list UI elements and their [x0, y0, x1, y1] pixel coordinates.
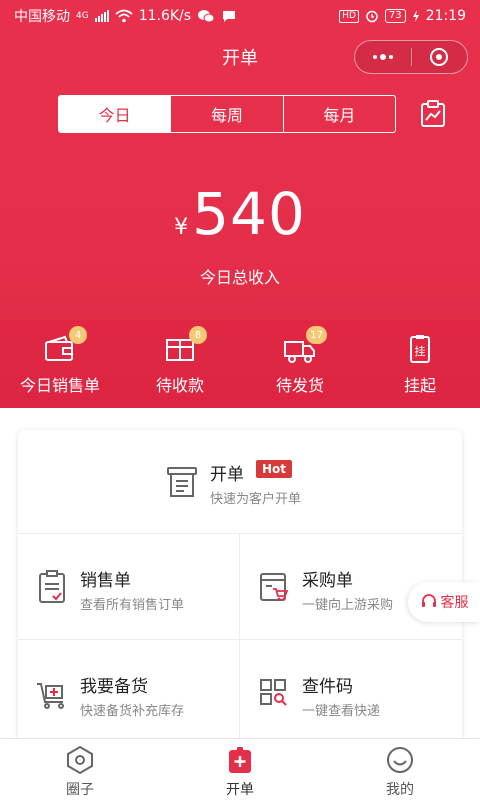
more-button[interactable]: [355, 41, 411, 73]
tab-label: 开单: [226, 782, 254, 798]
quick-label: 待收款: [155, 376, 204, 395]
smile-icon: [387, 747, 413, 773]
sales-order-icon: [39, 570, 65, 603]
cell-subtitle: 查看所有销售订单: [80, 598, 185, 613]
amount-value: 540: [192, 180, 306, 248]
quick-today-sales[interactable]: 4 今日销售单: [0, 320, 120, 408]
tab-label: 我的: [386, 782, 414, 798]
sales-order-entry[interactable]: 销售单 查看所有销售订单: [18, 534, 240, 640]
stock-cart-icon: [37, 683, 64, 709]
badge-pending-payment: 8: [189, 326, 207, 344]
tab-weekly[interactable]: 每周: [170, 96, 282, 132]
quick-label: 待发货: [275, 376, 324, 395]
close-miniprogram-button[interactable]: [412, 41, 468, 73]
speed-label: 11.6K/s: [138, 8, 192, 24]
cell-title: 我要备货: [80, 677, 148, 697]
charging-icon: [412, 10, 419, 22]
miniprogram-capsule: [354, 40, 468, 74]
cell-title: 销售单: [80, 571, 131, 591]
qr-search-icon: [260, 679, 287, 706]
period-tabs: 今日 每周 每月: [58, 95, 396, 133]
open-order-entry[interactable]: 开单 Hot 快速为客户开单: [18, 430, 462, 534]
customer-service-label: 客服: [440, 595, 469, 611]
svg-text:挂: 挂: [415, 344, 426, 358]
wifi-icon: [115, 9, 133, 23]
function-card: 开单 Hot 快速为客户开单 销售单 查看所有销售订单 采购单 一键向上游采购: [18, 430, 462, 750]
purchase-order-icon: [260, 573, 289, 601]
stock-up-entry[interactable]: 我要备货 快速备货补充库存: [18, 640, 240, 746]
status-bar: 中国移动 4G 11.6K/s HD 73 21:19: [0, 0, 480, 32]
plus-bag-icon: [229, 747, 251, 773]
alarm-icon: [366, 10, 378, 23]
quick-pending-shipment[interactable]: 17 待发货: [240, 320, 360, 408]
tracking-code-entry[interactable]: 查件码 一键查看快递: [240, 640, 462, 746]
cell-subtitle: 快速备货补充库存: [80, 704, 185, 719]
open-order-title: 开单: [210, 465, 244, 485]
tab-today[interactable]: 今日: [59, 96, 171, 132]
badge-today-sales: 4: [69, 326, 87, 344]
headset-icon: [421, 594, 436, 607]
cell-title: 采购单: [302, 571, 353, 591]
tab-monthly[interactable]: 每月: [282, 96, 395, 132]
circle-hex-icon: [67, 745, 93, 775]
hot-badge: Hot: [256, 460, 293, 478]
amount-label: 今日总收入: [199, 268, 280, 287]
badge-pending-shipment: 17: [306, 326, 327, 344]
message-icon: [223, 11, 236, 22]
battery-indicator: 73: [384, 9, 406, 23]
report-chart-icon[interactable]: [420, 100, 446, 128]
quick-label: 挂起: [403, 376, 436, 395]
quick-pending-payment[interactable]: 8 待收款: [120, 320, 240, 408]
bottom-tabbar: 圈子 开单 我的: [0, 738, 480, 800]
open-order-subtitle: 快速为客户开单: [210, 492, 302, 507]
quick-suspended[interactable]: 挂 挂起: [360, 320, 480, 408]
customer-service-button[interactable]: 客服: [408, 582, 480, 622]
quick-actions: 4 今日销售单 8 待收款 17 待发货 挂 挂起: [0, 320, 480, 408]
tab-open-order[interactable]: 开单: [160, 739, 320, 800]
clock-time: 21:19: [425, 8, 466, 24]
cell-title: 查件码: [302, 677, 353, 697]
pending-clipboard-icon: 挂: [410, 335, 430, 363]
cell-subtitle: 一键向上游采购: [302, 598, 394, 613]
network-label: 4G: [76, 11, 89, 21]
signal-icon: [94, 10, 109, 22]
hd-badge: HD: [339, 9, 359, 23]
cell-subtitle: 一键查看快递: [302, 704, 381, 719]
tab-label: 圈子: [66, 782, 94, 798]
quick-label: 今日销售单: [19, 376, 100, 395]
currency-symbol: ¥: [174, 215, 189, 240]
tab-mine[interactable]: 我的: [320, 739, 480, 800]
open-order-icon: [167, 467, 197, 497]
tab-circle[interactable]: 圈子: [0, 739, 160, 800]
wechat-icon: [198, 10, 215, 23]
income-amount: ¥ 540: [0, 180, 480, 248]
more-dots-icon: [372, 54, 393, 60]
carrier-label: 中国移动: [14, 9, 70, 25]
target-icon: [430, 48, 449, 66]
